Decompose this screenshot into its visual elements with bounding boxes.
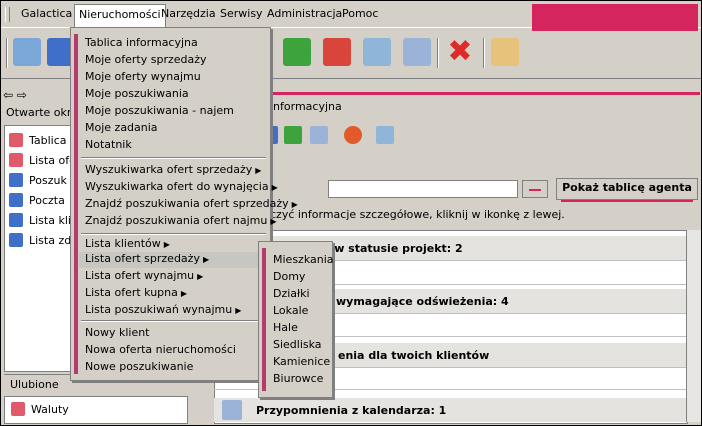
contacts-icon[interactable] — [363, 38, 391, 66]
menu-item-lista-ofert-sprzedazy[interactable]: Lista ofert sprzedaży ▶ — [79, 252, 268, 268]
currency-icon — [11, 402, 25, 416]
submenu-arrow-icon: ▶ — [271, 183, 278, 192]
lista-ofert-sprzedazy-submenu: Mieszkania Domy Działki Lokale Hale Sied… — [258, 241, 334, 398]
vertical-scrollbar[interactable] — [686, 230, 701, 422]
submenu-item-biurowce[interactable]: Biurowce — [273, 372, 323, 388]
submenu-item-dzialki[interactable]: Działki — [273, 287, 310, 303]
documents-icon[interactable] — [403, 38, 431, 66]
toolbar-separator — [437, 38, 439, 68]
menu-item-znajdz-sprzedazy[interactable]: Znajdź poszukiwania ofert sprzedaży ▶ — [85, 197, 298, 213]
title-accent-bar — [210, 92, 700, 95]
menubar-grip — [5, 7, 10, 22]
agent-search-input[interactable] — [328, 180, 518, 198]
menu-item-lista-ofert-kupna[interactable]: Lista ofert kupna ▶ — [85, 286, 187, 302]
menu-item-wyszukiwarka-wynajmu[interactable]: Wyszukiwarka ofert do wynajęcia ▶ — [85, 180, 278, 196]
submenu-arrow-icon: ▶ — [291, 200, 298, 209]
submenu-item-lokale[interactable]: Lokale — [273, 304, 308, 320]
menu-item-poszukiwania[interactable]: Moje poszukiwania — [85, 87, 189, 103]
submenu-arrow-icon: ▶ — [270, 217, 277, 226]
open-windows-label: Otwarte okn — [6, 106, 74, 119]
window-icon — [9, 233, 23, 247]
back-arrow-icon[interactable]: ⇦ — [3, 88, 13, 102]
nieruchomosci-dropdown: Tablica informacyjna Moje oferty sprzeda… — [70, 27, 298, 381]
favorites-list: Waluty — [4, 396, 188, 424]
submenu-item-mieszkania[interactable]: Mieszkania — [273, 253, 334, 269]
submenu-arrow-icon: ▶ — [197, 272, 204, 281]
show-agent-board-button[interactable]: Pokaż tablicę agenta — [556, 178, 698, 202]
menu-item-lista-ofert-wynajmu[interactable]: Lista ofert wynajmu ▶ — [85, 269, 203, 285]
forward-arrow-icon[interactable]: ⇨ — [17, 88, 27, 102]
clear-button[interactable] — [522, 180, 548, 198]
menu-galactica[interactable]: Galactica — [21, 7, 72, 20]
menu-item-poszukiwania-najem[interactable]: Moje poszukiwania - najem — [85, 104, 234, 120]
nav-arrows: ⇦ ⇨ — [3, 88, 27, 102]
folder-icon[interactable] — [284, 126, 302, 144]
menu-item-nowy-klient[interactable]: Nowy klient — [85, 326, 150, 342]
menu-item-wyszukiwarka-sprzedazy[interactable]: Wyszukiwarka ofert sprzedaży ▶ — [85, 163, 261, 179]
submenu-arrow-icon: ▶ — [180, 289, 188, 298]
menu-item-notatnik[interactable]: Notatnik — [85, 138, 132, 154]
submenu-arrow-icon: ▶ — [202, 255, 210, 264]
menu-narzedzia[interactable]: Narzędzia — [161, 7, 216, 20]
folder-red-icon[interactable] — [323, 38, 351, 66]
menu-serwisy[interactable]: Serwisy — [220, 7, 263, 20]
submenu-item-hale[interactable]: Hale — [273, 321, 298, 337]
info-text: czyć informacje szczegółowe, kliknij w i… — [270, 208, 565, 221]
menu-item-oferty-sprzedazy[interactable]: Moje oferty sprzedaży — [85, 53, 207, 69]
menu-item-tablica[interactable]: Tablica informacyjna — [85, 36, 198, 52]
menu-administracja[interactable]: Administracja — [267, 7, 342, 20]
toolbar-grip — [6, 38, 8, 68]
menu-separator — [81, 320, 266, 322]
menu-item-zadania[interactable]: Moje zadania — [85, 121, 158, 137]
page-title: informacyjna — [270, 100, 342, 113]
menu-stripe — [262, 248, 266, 391]
menu-item-lista-klientow[interactable]: Lista klientów ▶ — [85, 237, 170, 253]
calendar-reminder-icon — [222, 400, 242, 420]
menu-item-nowa-oferta[interactable]: Nowa oferta nieruchomości — [85, 343, 236, 359]
menu-item-lista-poszukiwan[interactable]: Lista poszukiwań wynajmu ▶ — [85, 303, 241, 319]
toolbar-separator-2 — [483, 38, 485, 68]
window-icon — [9, 193, 23, 207]
brand-box — [532, 4, 698, 31]
menu-separator — [81, 233, 266, 235]
window-icon — [9, 133, 23, 147]
clock-icon[interactable] — [344, 126, 362, 144]
checklist-icon[interactable] — [13, 38, 41, 66]
window-icon — [9, 173, 23, 187]
calendar-clock-icon[interactable] — [310, 126, 328, 144]
menu-item-oferty-wynajmu[interactable]: Moje oferty wynajmu — [85, 70, 201, 86]
window-icon — [9, 153, 23, 167]
menu-item-znajdz-najmu[interactable]: Znajdź poszukiwania ofert najmu ▶ — [85, 214, 277, 230]
menu-pomoc[interactable]: Pomoc — [342, 7, 378, 20]
submenu-item-siedliska[interactable]: Siedliska — [273, 338, 322, 354]
submenu-item-kamienice[interactable]: Kamienice — [273, 355, 330, 371]
submenu-arrow-icon: ▶ — [163, 240, 170, 249]
delete-icon[interactable]: ✖ — [446, 37, 474, 67]
section-header[interactable]: Przypomnienia z kalendarza: 1 — [214, 398, 686, 422]
menu-stripe — [74, 34, 78, 374]
menu-item-nowe-poszukiwanie[interactable]: Nowe poszukiwanie — [85, 360, 193, 376]
new-item-icon[interactable] — [376, 126, 394, 144]
submenu-arrow-icon: ▶ — [255, 166, 262, 175]
submenu-item-domy[interactable]: Domy — [273, 270, 305, 286]
menu-separator — [81, 157, 266, 159]
folder-green-icon[interactable] — [283, 38, 311, 66]
submenu-arrow-icon: ▶ — [235, 306, 242, 315]
menu-nieruchomosci[interactable]: Nieruchomości — [74, 4, 166, 27]
dll-search-icon[interactable] — [491, 38, 519, 66]
window-icon — [9, 213, 23, 227]
